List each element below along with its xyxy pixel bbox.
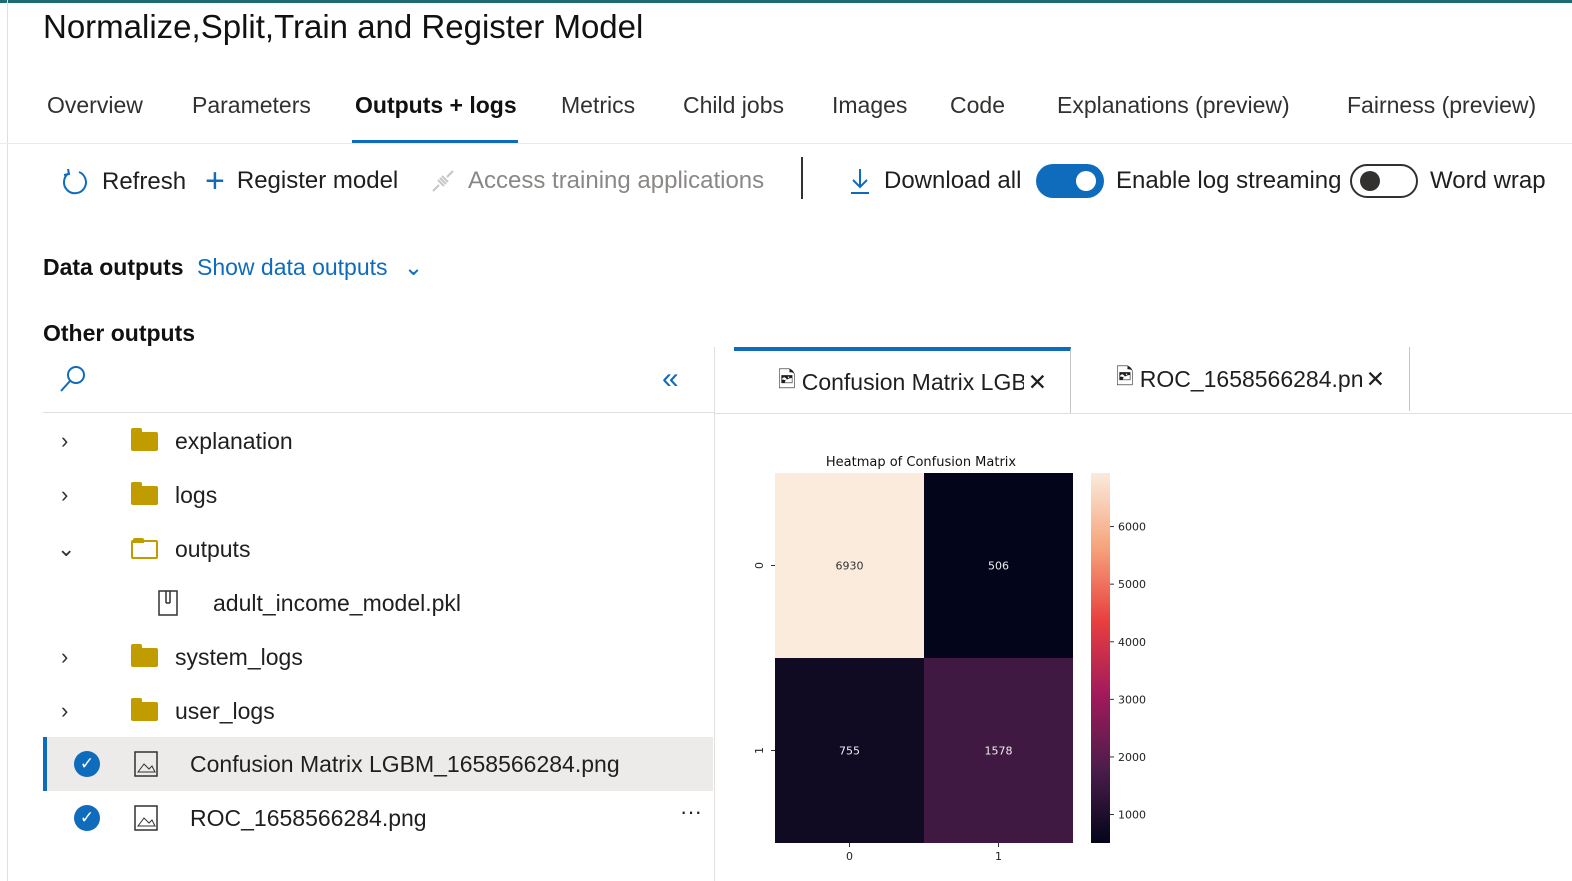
register-model-button[interactable]: + Register model [205,162,399,200]
tab-overview[interactable]: Overview [47,92,143,119]
word-wrap-label: Word wrap [1430,167,1546,194]
image-icon: 🖻 [1116,364,1134,389]
colorbar-tick-label: 1000 [1118,809,1146,822]
chevron-right-icon[interactable]: › [61,698,68,724]
close-icon[interactable]: ✕ [1028,369,1047,396]
refresh-icon [62,168,87,195]
checkmark-icon[interactable]: ✓ [74,751,100,777]
chevron-down-icon: ⌄ [403,254,424,280]
image-file-icon [134,751,158,777]
tree-item-label: system_logs [175,643,303,670]
tree-item-label: logs [175,481,218,508]
colorbar-tick-label: 6000 [1118,521,1146,534]
panel-divider [714,347,715,881]
tree-item-label: adult_income_model.pkl [213,589,462,616]
colorbar-tick-label: 3000 [1118,693,1146,706]
file-tab-confusion-matrix[interactable]: 🖻 Confusion Matrix LGBM_1658566284.png ✕ [734,347,1071,413]
tab-outputs-logs[interactable]: Outputs + logs [355,92,517,119]
image-file-icon [134,805,158,831]
chart-title: Heatmap of Confusion Matrix [826,455,1017,470]
page-title: Normalize,Split,Train and Register Model [43,8,644,45]
viewer-divider [715,413,1572,414]
access-training-applications-button[interactable]: Access training applications [430,167,764,195]
tab-parameters[interactable]: Parameters [192,92,311,119]
show-data-outputs-link[interactable]: Show data outputs ⌄ [197,254,423,281]
tab-bar: Overview Parameters Outputs + logs Metri… [0,90,1572,144]
log-streaming-toggle[interactable]: Enable log streaming [1036,164,1341,198]
chevron-right-icon[interactable]: › [61,482,68,508]
tree-item-label: user_logs [175,697,275,724]
image-icon: 🖻 [778,367,796,392]
register-model-label: Register model [236,167,399,194]
plug-icon [432,170,454,192]
file-tab-label: ROC_1658566284.png [1139,365,1362,392]
cell-label: 755 [839,745,860,758]
other-outputs-heading: Other outputs [43,320,196,346]
top-accent-line [0,0,1572,3]
refresh-button[interactable]: Refresh [60,167,186,197]
tree-item-label: ROC_1658566284.png [190,804,427,831]
word-wrap-toggle[interactable]: Word wrap [1350,164,1546,198]
folder-open-icon [131,537,158,559]
close-icon[interactable]: ✕ [1366,366,1385,393]
plus-icon: + [205,162,225,200]
tab-images[interactable]: Images [832,92,907,119]
chevron-right-icon[interactable]: › [61,644,68,670]
cell-label: 1578 [985,745,1013,758]
show-data-outputs-label: Show data outputs [197,254,388,280]
colorbar [1091,473,1110,843]
tree-item-confusion-matrix[interactable]: ✓ Confusion Matrix LGBM_1658566284.png [43,737,713,791]
tree-item-logs[interactable]: › logs [43,468,713,522]
download-icon [851,169,869,194]
folder-icon [131,643,158,667]
toggle-switch-on[interactable] [1036,164,1104,198]
tree-item-label: outputs [175,535,251,562]
tree-item-system-logs[interactable]: › system_logs [43,630,713,684]
folder-icon [131,697,158,721]
folder-icon [131,427,158,451]
tree-item-label: Confusion Matrix LGBM_1658566284.png [190,750,620,777]
tree-item-outputs[interactable]: ⌄ outputs [43,522,713,576]
file-tab-label: Confusion Matrix LGBM_1658566284.png [801,368,1024,395]
cell-label: 6930 [836,560,864,573]
collapse-panel-icon[interactable]: « [662,362,679,396]
tree-item-roc[interactable]: ✓ ROC_1658566284.png ··· [43,791,713,845]
data-outputs-heading: Data outputs [43,254,184,280]
colorbar-tick-label: 4000 [1118,636,1146,649]
active-tab-indicator [352,140,518,143]
toggle-switch-off[interactable] [1350,164,1418,198]
colorbar-tick-label: 5000 [1118,578,1146,591]
y-tick-label: 0 [753,562,766,569]
zip-file-icon [158,590,178,616]
tree-item-explanation[interactable]: › explanation [43,414,713,468]
log-streaming-label: Enable log streaming [1116,167,1342,194]
confusion-matrix-heatmap: Heatmap of Confusion Matrix 6930 506755 15… [753,455,1146,863]
folder-icon [131,481,158,505]
colorbar-tick-label: 2000 [1118,751,1146,764]
tree-item-model-file[interactable]: adult_income_model.pkl [43,576,713,630]
chevron-right-icon[interactable]: › [61,428,68,454]
cell-label: 506 [988,560,1009,573]
x-tick-label: 0 [846,850,853,863]
access-training-label: Access training applications [468,167,765,194]
tree-divider [43,412,715,413]
checkmark-icon[interactable]: ✓ [74,805,100,831]
download-all-button[interactable]: Download all [848,167,1021,195]
chevron-down-icon[interactable]: ⌄ [57,536,75,562]
y-tick-label: 1 [753,747,766,754]
tab-fairness[interactable]: Fairness (preview) [1347,92,1536,119]
toolbar-divider [801,157,803,199]
file-tab-roc[interactable]: 🖻 ROC_1658566284.png ✕ [1072,347,1410,411]
search-icon[interactable] [58,364,88,394]
download-all-label: Download all [884,167,1022,194]
tree-item-label: explanation [175,427,293,454]
x-tick-label: 1 [995,850,1002,863]
refresh-label: Refresh [102,168,187,195]
tab-child-jobs[interactable]: Child jobs [683,92,784,119]
more-options-icon[interactable]: ··· [680,799,702,825]
tab-metrics[interactable]: Metrics [561,92,635,119]
tab-code[interactable]: Code [950,92,1005,119]
tree-item-user-logs[interactable]: › user_logs [43,684,713,738]
tab-explanations[interactable]: Explanations (preview) [1057,92,1290,119]
